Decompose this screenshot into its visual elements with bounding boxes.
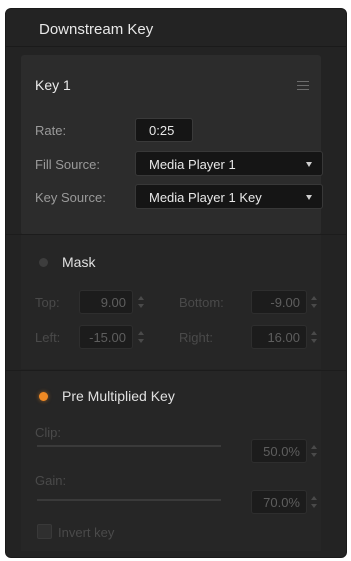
rate-input[interactable]: 0:25 [135,118,193,142]
invert-key-label: Invert key [58,525,115,540]
gain-stepper[interactable] [309,490,318,514]
mask-section: Mask Top: 9.00 Bottom: -9.00 Left: -15.0… [21,235,321,369]
pre-multiplied-key-section: Pre Multiplied Key Clip: 50.0% Gain: 70.… [21,371,321,551]
fill-source-value: Media Player 1 [149,157,236,172]
gain-label: Gain: [35,473,67,488]
key-source-label: Key Source: [35,190,106,205]
mask-bottom-stepper[interactable] [309,290,318,314]
pre-multiplied-key-toggle-indicator[interactable] [39,392,48,401]
key1-section: Key 1 Rate: 0:25 Fill Source: Media Play… [21,55,323,235]
clip-stepper[interactable] [309,439,318,463]
fill-source-label: Fill Source: [35,157,101,172]
mask-right-label: Right: [179,330,213,345]
mask-left-stepper[interactable] [136,325,145,349]
key-source-value: Media Player 1 Key [149,190,262,205]
mask-top-input[interactable]: 9.00 [79,290,133,314]
mask-left-label: Left: [35,330,61,345]
chevron-down-icon [306,195,312,200]
mask-left-value: -15.00 [89,330,126,345]
invert-key-checkbox[interactable] [37,524,52,539]
clip-input[interactable]: 50.0% [251,439,307,463]
gain-input[interactable]: 70.0% [251,490,307,514]
clip-label: Clip: [35,425,62,440]
fill-source-dropdown[interactable]: Media Player 1 [135,151,323,176]
downstream-key-panel: Downstream Key Key 1 Rate: 0:25 Fill Sou… [5,8,347,558]
mask-right-input[interactable]: 16.00 [251,325,307,349]
mask-left-input[interactable]: -15.00 [79,325,133,349]
mask-bottom-value: -9.00 [270,295,300,310]
gain-slider[interactable] [37,499,221,501]
mask-right-stepper[interactable] [309,325,318,349]
key1-title: Key 1 [35,77,71,93]
clip-value: 50.0% [263,444,300,459]
mask-toggle-indicator[interactable] [39,258,48,267]
mask-top-stepper[interactable] [136,290,145,314]
pre-multiplied-key-label: Pre Multiplied Key [62,388,175,404]
mask-top-value: 9.00 [100,295,126,310]
mask-right-value: 16.00 [267,330,300,345]
chevron-down-icon [306,162,312,167]
panel-title: Downstream Key [39,21,154,38]
key-source-dropdown[interactable]: Media Player 1 Key [135,184,323,209]
panel-header: Downstream Key [6,9,346,47]
hamburger-menu-icon[interactable] [297,81,309,90]
mask-label: Mask [62,254,96,270]
mask-bottom-label: Bottom: [179,295,224,310]
mask-top-label: Top: [35,295,60,310]
clip-slider[interactable] [37,445,221,447]
rate-label: Rate: [35,123,67,138]
rate-value: 0:25 [149,123,175,138]
gain-value: 70.0% [263,495,300,510]
mask-bottom-input[interactable]: -9.00 [251,290,307,314]
